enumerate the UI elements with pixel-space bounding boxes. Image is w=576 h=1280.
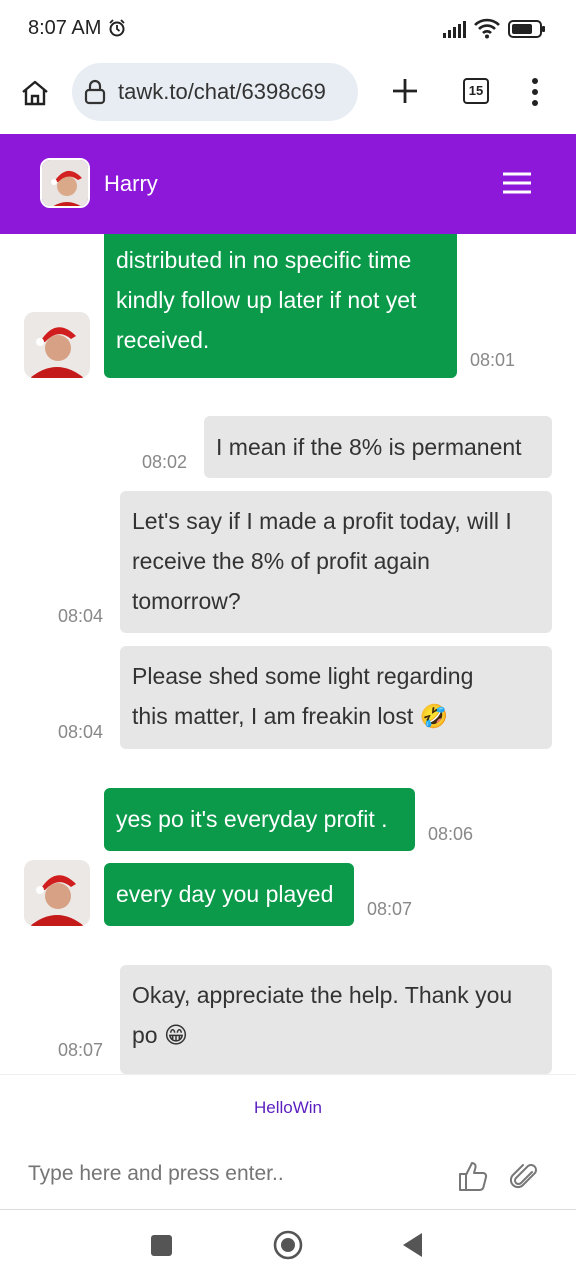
message-time: 08:04	[58, 722, 104, 742]
status-time: 8:07 AM	[28, 17, 102, 39]
browser-toolbar: tawk.to/chat/6398c69 15	[0, 58, 576, 134]
agent-avatar	[40, 158, 90, 208]
message-line: yes po it's everyday profit .	[116, 806, 388, 832]
agent-name: Harry	[104, 171, 158, 196]
signal-icon	[443, 21, 466, 38]
plus-icon[interactable]	[390, 76, 420, 106]
lock-icon	[84, 79, 106, 105]
user-message: Let's say if I made a profit today, will…	[120, 491, 552, 633]
message-line: po 😁	[132, 1022, 188, 1048]
paperclip-icon[interactable]	[510, 1160, 540, 1192]
message-line: I mean if the 8% is permanent	[216, 434, 522, 460]
thumbs-up-icon[interactable]	[458, 1160, 488, 1192]
back-icon[interactable]	[400, 1231, 424, 1259]
menu-dots-icon[interactable]	[526, 76, 544, 108]
message-input[interactable]	[28, 1162, 428, 1186]
message-list[interactable]: distributed in no specific time kindly f…	[0, 234, 576, 1074]
nav-home-icon[interactable]	[273, 1230, 303, 1260]
message-composer	[0, 1140, 576, 1210]
message-time: 08:06	[428, 824, 474, 844]
message-time: 08:04	[58, 606, 104, 626]
agent-message: distributed in no specific time kindly f…	[104, 234, 457, 378]
recents-icon[interactable]	[151, 1235, 172, 1256]
message-time: 08:01	[470, 350, 516, 370]
battery-icon	[508, 20, 545, 38]
message-time: 08:07	[367, 899, 413, 919]
agent-message-avatar	[24, 312, 90, 378]
alarm-icon	[109, 19, 125, 37]
wifi-icon	[474, 18, 500, 39]
message-line: tomorrow?	[132, 588, 241, 614]
tab-count-button[interactable]: 15	[463, 78, 489, 104]
url-text[interactable]: tawk.to/chat/6398c69	[118, 79, 326, 105]
brand-link[interactable]: HelloWin	[0, 1074, 576, 1140]
message-line: this matter, I am freakin lost 🤣	[132, 703, 449, 729]
user-message: Please shed some light regarding this ma…	[120, 646, 552, 749]
user-message: Okay, appreciate the help. Thank you po …	[120, 965, 552, 1074]
home-icon[interactable]	[20, 78, 50, 108]
status-bar: 8:07 AM	[0, 0, 576, 58]
message-time: 08:02	[142, 452, 188, 472]
message-line: Please shed some light regarding	[132, 663, 474, 689]
message-line: Okay, appreciate the help. Thank you	[132, 982, 513, 1008]
address-bar[interactable]: tawk.to/chat/6398c69	[72, 63, 358, 121]
system-nav-bar	[0, 1211, 576, 1280]
message-line: kindly follow up later if not yet	[116, 287, 417, 313]
message-line: every day you played	[116, 881, 334, 907]
message-time: 08:07	[58, 1040, 104, 1060]
agent-message: every day you played	[104, 863, 354, 926]
chat-header: Harry	[0, 134, 576, 234]
user-message: I mean if the 8% is permanent	[204, 416, 552, 478]
message-line: Let's say if I made a profit today, will…	[132, 508, 512, 534]
agent-message-avatar	[24, 860, 90, 926]
message-line: distributed in no specific time	[116, 247, 412, 273]
agent-message: yes po it's everyday profit .	[104, 788, 415, 851]
message-line: receive the 8% of profit again	[132, 548, 430, 574]
message-line: received.	[116, 327, 210, 353]
hamburger-icon[interactable]	[502, 170, 532, 196]
